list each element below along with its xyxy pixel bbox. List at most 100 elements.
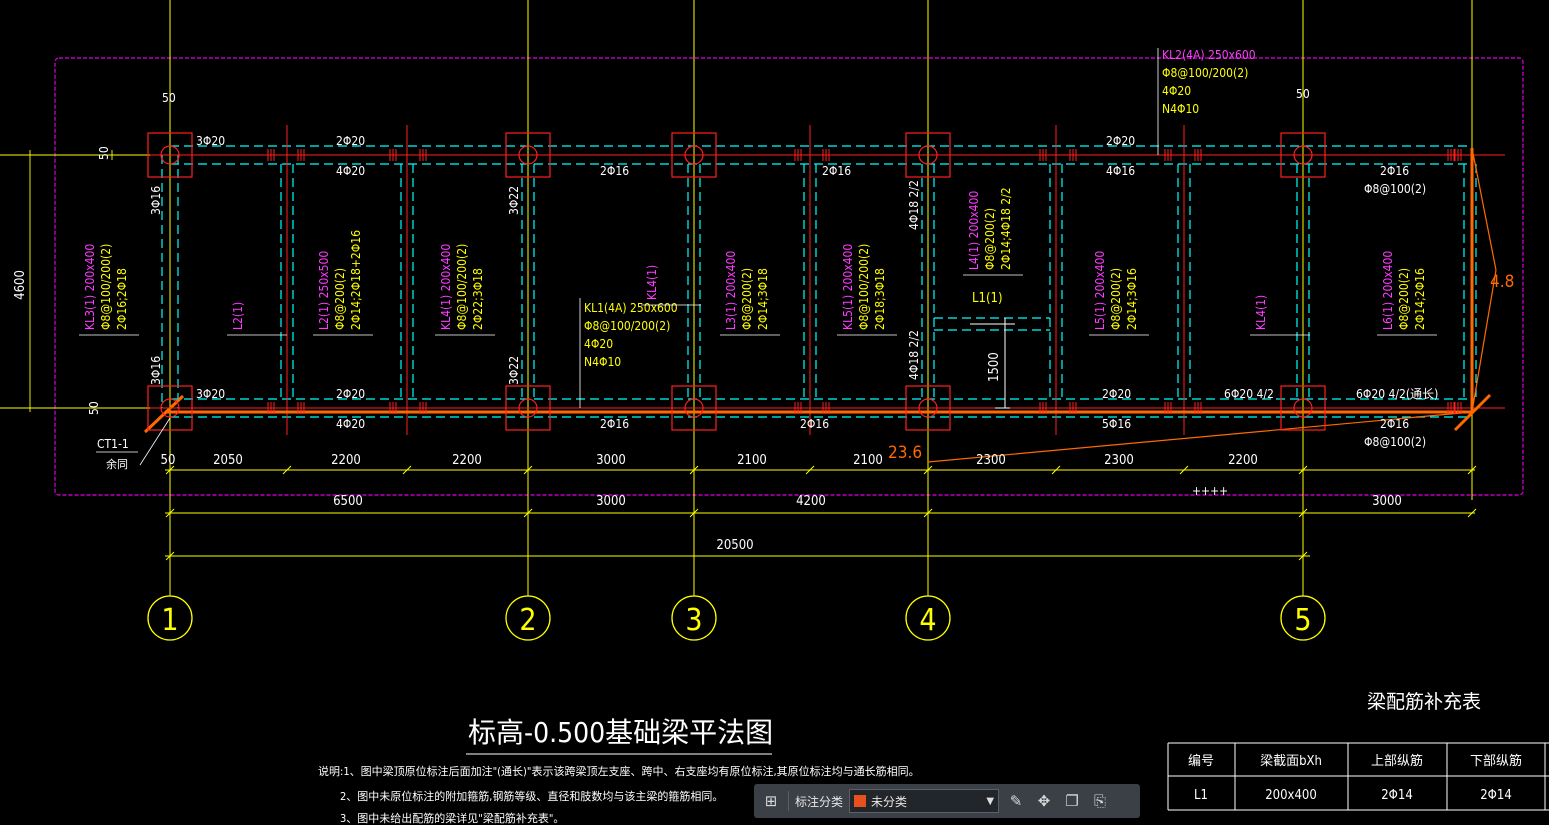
vertical-beam-rebar: 2Φ14;2Φ16 xyxy=(1413,268,1427,330)
axis-label-5: 5 xyxy=(1294,603,1311,638)
top-offset-right: 50 xyxy=(1296,87,1310,101)
vertical-beam-rebar: 2Φ18;3Φ18 xyxy=(873,268,887,330)
column-rebar-label: 3Φ16 xyxy=(149,186,163,215)
bottom-rebar-label: 2Φ16 xyxy=(1380,417,1409,431)
bottom-rebar-labels: 3Φ20 2Φ20 4Φ20 2Φ16 2Φ16 2Φ20 5Φ16 6Φ20 4/2 6Φ20… xyxy=(196,387,1438,449)
axis-label-1: 1 xyxy=(161,603,178,638)
span-dim: 2200 xyxy=(1228,453,1258,468)
top-rebar-label: 4Φ16 xyxy=(1106,164,1135,178)
bottom-rebar-label: 2Φ16 xyxy=(600,417,629,431)
vertical-beam-rebar: Φ8@200(2) xyxy=(333,268,347,330)
vertical-beam-name: KL4(1) xyxy=(1254,295,1268,330)
vertical-beam-rebar: Φ8@100/200(2) xyxy=(99,244,113,330)
note-3: 3、图中未给出配筋的梁详见"梁配筋补充表"。 xyxy=(340,811,564,825)
column-rebar-label: 4Φ18 2/2 xyxy=(907,330,921,380)
measure-label-23-6: 23.6 xyxy=(888,443,922,463)
bottom-rebar-label: 3Φ20 xyxy=(196,387,225,401)
top-rebar-label: Φ8@100(2) xyxy=(1364,182,1426,196)
table-cell-top: 2Φ14 xyxy=(1381,788,1413,803)
span-dim: 2050 xyxy=(213,453,243,468)
top-rebar-label: 2Φ16 xyxy=(822,164,851,178)
measure-label-4-8: 4.8 xyxy=(1490,272,1514,292)
cad-canvas[interactable]: 4.8 23.6 L1(1) 1500 50 2050 2200 2200 3000 21… xyxy=(0,0,1549,825)
top-rebar-label: 2Φ20 xyxy=(1106,134,1135,148)
toolbar-label: 标注分类 xyxy=(795,794,844,809)
vertical-beam-rebar: Φ8@200(2) xyxy=(740,268,754,330)
vertical-beam-rebar: Φ8@200(2) xyxy=(1109,268,1123,330)
vertical-beam-rebar: 2Φ16;2Φ18 xyxy=(115,268,129,330)
vertical-beam-name: KL4(1) xyxy=(645,265,659,300)
total-dimension: 20500 xyxy=(716,538,753,553)
paste-icon[interactable]: ⎘ xyxy=(1089,790,1111,812)
group-dim: 6500 xyxy=(333,494,363,509)
left-dimension-top: 50 xyxy=(97,146,111,160)
span-dim: 2300 xyxy=(976,453,1006,468)
bottom-rebar-label: 4Φ20 xyxy=(336,417,365,431)
l1-label: L1(1) xyxy=(972,291,1003,306)
bottom-rebar-label: Φ8@100(2) xyxy=(1364,435,1426,449)
ct-sub: 余同 xyxy=(106,457,128,471)
table-header-top: 上部纵筋 xyxy=(1371,753,1423,769)
vertical-beam-labels: KL3(1) 200x400 Φ8@100/200(2) 2Φ16;2Φ18 L2(1… xyxy=(79,187,1437,336)
axis-label-2: 2 xyxy=(519,603,536,638)
top-offset-left: 50 xyxy=(162,91,176,105)
top-rebar-labels: 3Φ20 2Φ20 4Φ20 2Φ16 2Φ16 2Φ20 4Φ16 2Φ16 Φ8@100(2… xyxy=(196,134,1426,196)
note-2: 2、图中未原位标注的附加箍筋,钢筋等级、直径和肢数均与该主梁的箍筋相同。 xyxy=(340,789,723,803)
column-rebar-label: 3Φ16 xyxy=(149,356,163,385)
kl1-stirrup: Φ8@100/200(2) xyxy=(584,319,670,333)
group-dim: 4200 xyxy=(796,494,826,509)
top-rebar-label: 2Φ16 xyxy=(600,164,629,178)
axis-label-4: 4 xyxy=(919,603,936,638)
ct-label: CT1-1 xyxy=(97,437,129,451)
table-cell-id: L1 xyxy=(1194,788,1208,803)
axis-bubbles: 1 2 3 4 5 xyxy=(147,595,1326,641)
annotation-toolbar: ⊞ 标注分类 未分类 ▼ ✎ ✥ ❐ ⎘ xyxy=(754,784,1140,818)
edit-icon[interactable]: ✎ xyxy=(1005,790,1027,812)
bottom-rebar-label: 2Φ16 xyxy=(800,417,829,431)
kl1-name: KL1(4A) 250x600 xyxy=(584,301,678,315)
bottom-rebar-label: 2Φ20 xyxy=(336,387,365,401)
kl2-stirrup: Φ8@100/200(2) xyxy=(1162,66,1248,80)
copy-icon[interactable]: ❐ xyxy=(1061,790,1083,812)
vertical-beam-name: L2(1) xyxy=(231,302,245,330)
grid-icon[interactable]: ⊞ xyxy=(760,790,782,812)
vertical-beam-name: KL5(1) 200x400 xyxy=(841,244,855,330)
kl2-name: KL2(4A) 250x600 xyxy=(1162,48,1256,62)
group-dim: 3000 xyxy=(1372,494,1402,509)
table-cell-bottom: 2Φ14 xyxy=(1480,788,1512,803)
column-rebar-label: 3Φ22 xyxy=(507,356,521,385)
kl2-main: 4Φ20 xyxy=(1162,84,1191,98)
table-header-section: 梁截面bXh xyxy=(1260,754,1322,769)
top-rebar-label: 2Φ20 xyxy=(336,134,365,148)
l1-dim: 1500 xyxy=(987,352,1002,382)
move-icon[interactable]: ✥ xyxy=(1033,790,1055,812)
kl1-main: 4Φ20 xyxy=(584,337,613,351)
bottom-rebar-label: 6Φ20 4/2 xyxy=(1224,387,1274,401)
span-dimensions: 50 2050 2200 2200 3000 2100 2100 2300 2300 2200 xyxy=(161,453,1258,468)
table-title: 梁配筋补充表 xyxy=(1367,691,1481,713)
note-1: 说明:1、图中梁顶原位标注后面加注"(通长)"表示该跨梁顶左支座、跨中、右支座均… xyxy=(318,764,920,778)
span-dim: 2200 xyxy=(331,453,361,468)
vertical-beam-name: L5(1) 200x400 xyxy=(1093,251,1107,330)
column-rebar-labels: 3Φ16 3Φ16 3Φ22 3Φ22 4Φ18 2/2 4Φ18 2/2 xyxy=(149,180,921,385)
vertical-beam-rebar: 2Φ22;3Φ18 xyxy=(471,268,485,330)
drawing-title: 标高-0.500基础梁平法图 xyxy=(468,716,773,749)
column-rebar-label: 3Φ22 xyxy=(507,186,521,215)
table-header-bottom: 下部纵筋 xyxy=(1470,753,1522,769)
top-rebar-label: 2Φ16 xyxy=(1380,164,1409,178)
vertical-beam-name: L2(1) 250x500 xyxy=(317,251,331,330)
bottom-rebar-label: 2Φ20 xyxy=(1102,387,1131,401)
span-dim: 2100 xyxy=(853,453,883,468)
span-dim: 50 xyxy=(161,453,176,468)
left-dimension-overall: 4600 xyxy=(13,270,28,300)
vertical-beam-rebar: Φ8@100/200(2) xyxy=(857,244,871,330)
toolbar-separator xyxy=(788,791,789,811)
category-select[interactable]: 未分类 ▼ xyxy=(849,789,1000,813)
vertical-beam-rebar: Φ8@200(2) xyxy=(1397,268,1411,330)
bottom-rebar-label: 5Φ16 xyxy=(1102,417,1131,431)
vertical-beam-name: L3(1) 200x400 xyxy=(724,251,738,330)
vertical-beam-name: L4(1) 200x400 xyxy=(967,191,981,270)
group-dimensions: 6500 3000 4200 3000 xyxy=(333,494,1402,509)
vertical-beam-rebar: Φ8@100/200(2) xyxy=(455,244,469,330)
vertical-beam-rebar: 2Φ14;3Φ18 xyxy=(756,268,770,330)
